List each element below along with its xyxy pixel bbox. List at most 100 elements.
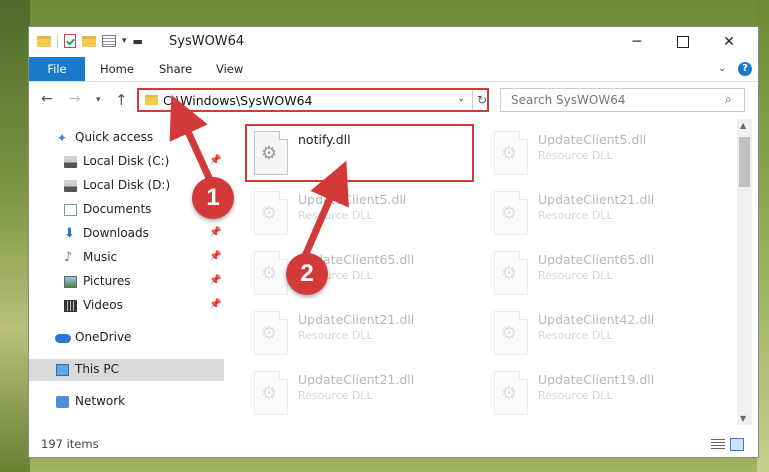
gear-icon: ⚙ — [261, 383, 278, 404]
search-placeholder: Search SysWOW64 — [511, 93, 626, 107]
sidebar-item-local-disk-c[interactable]: Local Disk (C:) 📌 — [29, 151, 224, 173]
file-type: Resource DLL — [298, 329, 373, 342]
file-type: Resource DLL — [298, 389, 373, 402]
file-item[interactable]: ⚙ UpdateClient21.dll Resource DLL — [482, 185, 712, 243]
file-type: Resource DLL — [538, 149, 613, 162]
pin-icon[interactable]: 📌 — [209, 299, 221, 310]
folder-icon — [37, 35, 51, 47]
vertical-scrollbar[interactable]: ▲ ▼ — [737, 119, 752, 425]
pin-icon[interactable]: 📌 — [209, 155, 221, 166]
gear-icon: ⚙ — [261, 323, 278, 344]
gear-icon: ⚙ — [501, 263, 518, 284]
desktop-background-left — [0, 0, 30, 472]
sidebar-item-videos[interactable]: Videos 📌 — [29, 295, 224, 317]
window-title: SysWOW64 — [169, 34, 245, 49]
search-icon[interactable]: ⌕ — [725, 92, 732, 107]
dll-file-icon: ⚙ — [254, 311, 288, 355]
maximize-button[interactable] — [660, 27, 706, 57]
sidebar-item-music[interactable]: ♪ Music 📌 — [29, 247, 224, 269]
tab-home[interactable]: Home — [100, 57, 134, 81]
properties-icon[interactable] — [102, 35, 116, 47]
address-path[interactable]: C:\Windows\SysWOW64 — [163, 93, 312, 108]
navigation-bar: ← → ▾ ↑ C:\Windows\SysWOW64 ⌄ ↻ Search S… — [29, 85, 758, 115]
file-name: UpdateClient5.dll — [538, 132, 647, 147]
toolbar-overflow-icon[interactable]: ▬ — [133, 35, 143, 48]
onedrive-icon — [55, 334, 71, 343]
pin-icon[interactable]: 📌 — [209, 275, 221, 286]
file-item[interactable]: ⚙ UpdateClient21.dll Resource DLL — [242, 305, 472, 363]
file-name: UpdateClient65.dll — [538, 252, 655, 267]
file-item[interactable]: ⚙ UpdateClient5.dll Resource DLL — [482, 125, 712, 183]
sidebar-item-onedrive[interactable]: OneDrive — [29, 327, 224, 349]
tab-share[interactable]: Share — [159, 57, 192, 81]
up-arrow-icon[interactable]: ↑ — [115, 91, 128, 109]
sidebar-item-label: Quick access — [75, 130, 154, 144]
file-item[interactable]: ⚙ UpdateClient65.dll Resource DLL — [482, 245, 712, 303]
search-input[interactable]: Search SysWOW64 ⌕ — [500, 88, 745, 112]
file-type: Resource DLL — [538, 329, 613, 342]
details-view-icon[interactable] — [711, 439, 725, 450]
scroll-up-icon[interactable]: ▲ — [740, 121, 746, 130]
expand-ribbon-chevron-icon[interactable]: ⌄ — [718, 63, 726, 74]
documents-icon — [64, 204, 77, 216]
customize-toolbar-chevron-icon[interactable]: ▾ — [122, 36, 127, 46]
star-icon: ✦ — [57, 131, 68, 145]
file-type: Resource DLL — [298, 209, 373, 222]
sidebar-item-label: Network — [75, 394, 126, 408]
help-icon[interactable]: ? — [738, 62, 752, 76]
gear-icon: ⚙ — [501, 143, 518, 164]
gear-icon: ⚙ — [501, 323, 518, 344]
scrollbar-thumb[interactable] — [739, 137, 750, 187]
refresh-icon[interactable]: ↻ — [472, 90, 491, 110]
pin-icon[interactable]: 📌 — [209, 251, 221, 262]
sidebar-item-this-pc[interactable]: This PC — [29, 359, 224, 381]
sidebar-item-label: Local Disk (C:) — [83, 154, 170, 168]
file-name: UpdateClient21.dll — [538, 192, 655, 207]
disk-icon — [64, 156, 77, 168]
sidebar-item-network[interactable]: Network — [29, 391, 224, 413]
toolbar-divider — [57, 34, 58, 48]
close-button[interactable]: ✕ — [706, 27, 752, 57]
quick-access-toolbar: ▾ ▬ — [37, 34, 143, 48]
dll-file-icon: ⚙ — [254, 191, 288, 235]
file-item[interactable]: ⚙ UpdateClient42.dll Resource DLL — [482, 305, 712, 363]
sidebar-item-label: Local Disk (D:) — [83, 178, 171, 192]
large-icons-view-icon[interactable] — [730, 438, 744, 451]
dll-file-icon: ⚙ — [494, 191, 528, 235]
address-dropdown-chevron-icon[interactable]: ⌄ — [457, 93, 465, 104]
dll-file-icon: ⚙ — [494, 131, 528, 175]
new-folder-icon[interactable] — [82, 35, 96, 47]
file-item[interactable]: ⚙ UpdateClient21.dll Resource DLL — [242, 365, 472, 417]
address-bar[interactable]: C:\Windows\SysWOW64 ⌄ ↻ — [137, 88, 489, 112]
dll-file-icon: ⚙ — [254, 251, 288, 295]
status-bar: 197 items — [29, 433, 758, 457]
recent-locations-chevron-icon[interactable]: ▾ — [96, 95, 101, 105]
sidebar-item-downloads[interactable]: ⬇ Downloads 📌 — [29, 223, 224, 245]
dll-file-icon: ⚙ — [494, 251, 528, 295]
sidebar-item-label: Documents — [83, 202, 152, 216]
minimize-button[interactable]: ─ — [614, 27, 660, 57]
gear-icon: ⚙ — [261, 203, 278, 224]
sidebar-item-pictures[interactable]: Pictures 📌 — [29, 271, 224, 293]
music-icon: ♪ — [64, 250, 73, 265]
back-arrow-icon[interactable]: ← — [41, 91, 53, 107]
pictures-icon — [64, 276, 77, 288]
navigation-pane: ✦ Quick access Local Disk (C:) 📌 Local D… — [29, 119, 224, 417]
scroll-down-icon[interactable]: ▼ — [740, 414, 746, 423]
file-name: UpdateClient21.dll — [298, 312, 415, 327]
sidebar-item-quick-access[interactable]: ✦ Quick access — [29, 127, 224, 149]
forward-arrow-icon[interactable]: → — [69, 91, 81, 107]
properties-check-icon[interactable] — [64, 34, 76, 48]
step-badge-2: 2 — [286, 253, 328, 295]
tab-view[interactable]: View — [216, 57, 243, 81]
gear-icon: ⚙ — [501, 383, 518, 404]
file-name: UpdateClient21.dll — [298, 372, 415, 387]
pin-icon[interactable]: 📌 — [209, 227, 221, 238]
sidebar-item-label: Pictures — [83, 274, 131, 288]
ribbon-tabs: File Home Share View ⌄ ? — [29, 57, 758, 82]
tab-file[interactable]: File — [29, 57, 85, 81]
file-item[interactable]: ⚙ UpdateClient19.dll Resource DLL — [482, 365, 712, 417]
file-name: UpdateClient5.dll — [298, 192, 407, 207]
file-item[interactable]: ⚙ UpdateClient5.dll Resource DLL — [242, 185, 472, 243]
file-item[interactable]: ⚙ UpdateClient65.dll Resource DLL — [242, 245, 472, 303]
